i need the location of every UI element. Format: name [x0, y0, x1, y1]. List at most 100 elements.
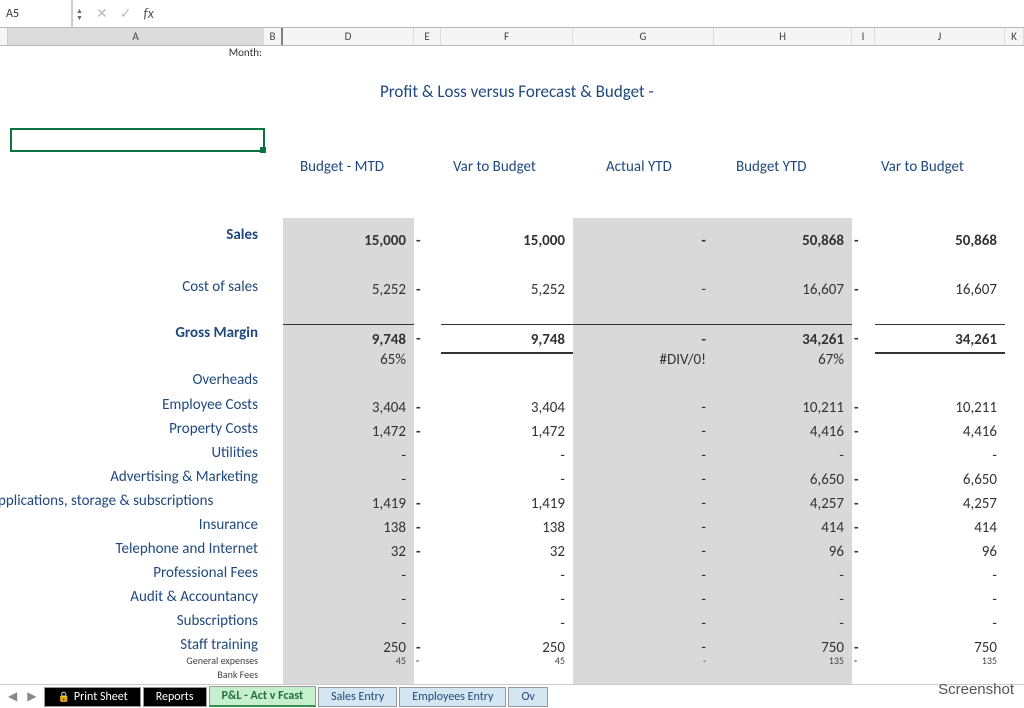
cell[interactable]: -: [875, 612, 1005, 636]
cell[interactable]: 5,252: [441, 278, 573, 302]
cell[interactable]: [414, 444, 441, 468]
cell[interactable]: -: [852, 516, 875, 540]
cell[interactable]: -: [573, 564, 714, 588]
tab-overheads-entry[interactable]: Ov: [508, 687, 547, 707]
cell[interactable]: 138: [283, 516, 414, 540]
tab-reports[interactable]: Reports: [143, 687, 207, 707]
cell[interactable]: [283, 668, 414, 682]
cell[interactable]: -: [283, 612, 414, 636]
name-box-stepper[interactable]: ▲ ▼: [72, 0, 86, 27]
cell[interactable]: -: [852, 468, 875, 492]
cell[interactable]: -: [852, 654, 875, 668]
col-header-g[interactable]: G: [573, 28, 714, 45]
cell[interactable]: 414: [714, 516, 852, 540]
cell[interactable]: -: [441, 468, 573, 492]
cell[interactable]: 65%: [283, 348, 414, 372]
cell[interactable]: 50,868: [714, 226, 852, 256]
cell[interactable]: -: [714, 564, 852, 588]
cell[interactable]: 3,404: [283, 396, 414, 420]
cell[interactable]: 1,419: [283, 492, 414, 516]
cell[interactable]: 4,257: [714, 492, 852, 516]
cell[interactable]: 32: [441, 540, 573, 564]
col-header-b[interactable]: B: [264, 28, 283, 45]
cell[interactable]: 10,211: [875, 396, 1005, 420]
col-header-e[interactable]: E: [414, 28, 441, 45]
cell[interactable]: 4,257: [875, 492, 1005, 516]
tab-print-sheet[interactable]: 🔒Print Sheet: [44, 687, 140, 707]
cell[interactable]: -: [414, 278, 441, 302]
cell[interactable]: -: [875, 444, 1005, 468]
active-cell[interactable]: [10, 128, 265, 152]
tab-employees-entry[interactable]: Employees Entry: [399, 687, 506, 707]
cell[interactable]: -: [573, 468, 714, 492]
cell[interactable]: 1,419: [441, 492, 573, 516]
cell[interactable]: 4,416: [875, 420, 1005, 444]
cell[interactable]: [852, 588, 875, 612]
cell[interactable]: [852, 564, 875, 588]
cell[interactable]: 32: [283, 540, 414, 564]
cell[interactable]: #DIV/0!: [573, 348, 714, 372]
cell[interactable]: -: [573, 540, 714, 564]
tab-next-icon[interactable]: ▶: [23, 689, 40, 704]
cell[interactable]: -: [573, 420, 714, 444]
cell[interactable]: -: [283, 564, 414, 588]
cell[interactable]: 138: [441, 516, 573, 540]
cell[interactable]: -: [414, 540, 441, 564]
cell[interactable]: -: [852, 540, 875, 564]
col-header-i[interactable]: I: [852, 28, 875, 45]
cell[interactable]: [852, 444, 875, 468]
cell[interactable]: 4,416: [714, 420, 852, 444]
col-header-k[interactable]: K: [1005, 28, 1024, 45]
cell[interactable]: -: [573, 654, 714, 668]
col-header-j[interactable]: J: [875, 28, 1005, 45]
cell[interactable]: -: [852, 492, 875, 516]
formula-input[interactable]: [164, 0, 1024, 27]
cell[interactable]: 15,000: [441, 226, 573, 256]
cell[interactable]: [714, 668, 852, 682]
cell[interactable]: -: [852, 226, 875, 256]
cell[interactable]: -: [573, 444, 714, 468]
chevron-down-icon[interactable]: ▼: [73, 14, 86, 21]
cell[interactable]: -: [573, 278, 714, 302]
cell[interactable]: -: [441, 444, 573, 468]
cell[interactable]: -: [573, 396, 714, 420]
cell[interactable]: -: [852, 278, 875, 302]
cell[interactable]: -: [573, 588, 714, 612]
confirm-icon[interactable]: ✓: [120, 5, 132, 22]
cell[interactable]: 6,650: [714, 468, 852, 492]
cell[interactable]: 10,211: [714, 396, 852, 420]
cell[interactable]: -: [875, 564, 1005, 588]
cell[interactable]: -: [441, 612, 573, 636]
fx-icon[interactable]: fx: [143, 5, 153, 22]
cell[interactable]: -: [714, 588, 852, 612]
cell[interactable]: 96: [875, 540, 1005, 564]
col-header-a[interactable]: A: [8, 28, 264, 45]
cell[interactable]: 96: [714, 540, 852, 564]
cell[interactable]: [414, 612, 441, 636]
cell[interactable]: -: [414, 654, 441, 668]
cell[interactable]: [414, 668, 441, 682]
cell[interactable]: [414, 468, 441, 492]
spreadsheet-grid[interactable]: Month: Profit & Loss versus Forecast & B…: [0, 46, 1024, 684]
cell[interactable]: 135: [875, 654, 1005, 668]
cell[interactable]: -: [414, 396, 441, 420]
cell[interactable]: -: [875, 588, 1005, 612]
cell[interactable]: 1,472: [283, 420, 414, 444]
cell[interactable]: 414: [875, 516, 1005, 540]
cell[interactable]: -: [283, 444, 414, 468]
cell[interactable]: -: [441, 588, 573, 612]
cell[interactable]: 50,868: [875, 226, 1005, 256]
cell[interactable]: 67%: [714, 348, 852, 372]
cell[interactable]: [573, 668, 714, 682]
cell[interactable]: 5,252: [283, 278, 414, 302]
col-header-f[interactable]: F: [441, 28, 573, 45]
tab-sales-entry[interactable]: Sales Entry: [318, 687, 397, 707]
cell[interactable]: -: [714, 444, 852, 468]
col-header-h[interactable]: H: [714, 28, 852, 45]
cell[interactable]: 3,404: [441, 396, 573, 420]
cell[interactable]: -: [441, 564, 573, 588]
cell[interactable]: -: [283, 468, 414, 492]
cell[interactable]: -: [852, 396, 875, 420]
cell[interactable]: 1,472: [441, 420, 573, 444]
name-box[interactable]: A5: [0, 0, 72, 27]
